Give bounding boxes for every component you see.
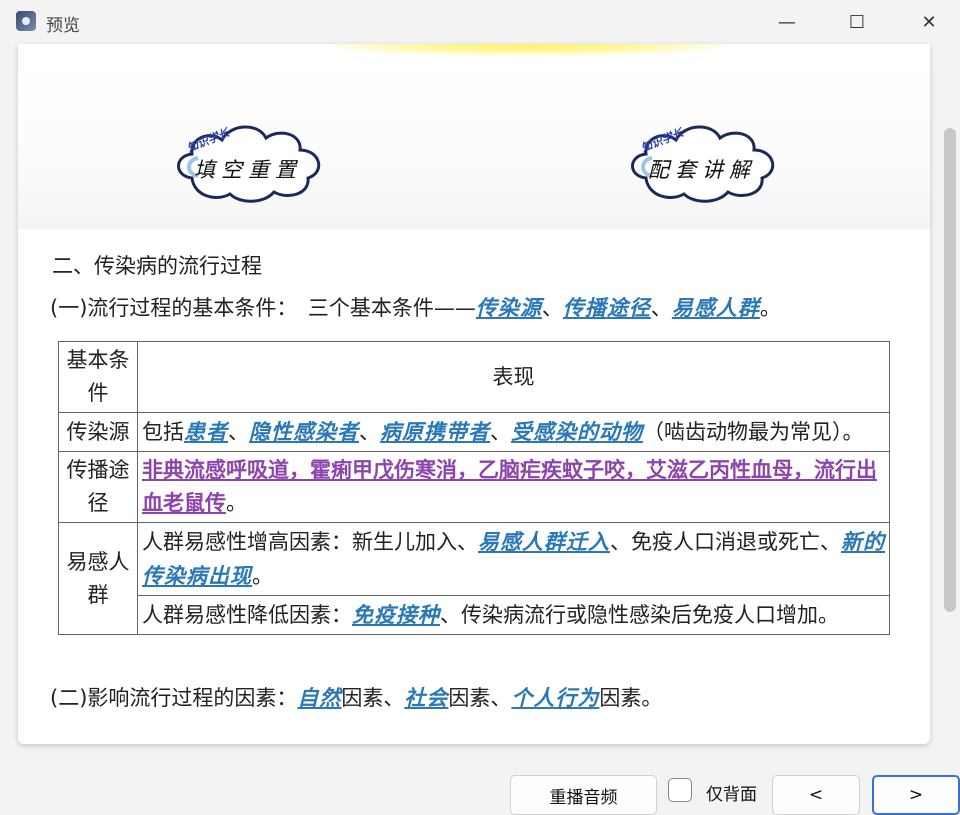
section-title: 二、传染病的流行过程 (52, 254, 262, 278)
cloud-text-left: 填空重置 (194, 158, 302, 182)
cell-text: 因素、 (448, 686, 512, 710)
window-title: 预览 (46, 16, 80, 36)
row-label-source: 传染源 (58, 412, 138, 452)
separator: 、 (650, 296, 672, 320)
row-label-route: 传播途径 (58, 451, 138, 523)
prev-button[interactable]: < (772, 775, 860, 815)
title-bar: 预览 — ☐ ✕ (0, 0, 960, 44)
separator: 、 (359, 420, 380, 444)
basic-conditions-prefix: (一)流行过程的基本条件： 三个基本条件—— (50, 296, 476, 320)
cell-text: 、传染病流行或隐性感染后免疫人口增加。 (440, 603, 839, 627)
separator: 、 (541, 296, 563, 320)
row-content-susceptible-decrease: 人群易感性降低因素：免疫接种、传染病流行或隐性感染后免疫人口增加。 (137, 595, 890, 635)
card-content: 知识学长 填空重置 知识学长 配套讲解 二、传染病的流行过程 (一)流行过程的基… (18, 44, 930, 744)
table-row: 传染源 包括患者、隐性感染者、病原携带者、受感染的动物（啮齿动物最为常见）。 (58, 412, 890, 452)
table-row: 基本条件 表现 (58, 341, 890, 413)
table-header-col1: 基本条件 (58, 341, 138, 413)
basic-conditions-line: (一)流行过程的基本条件： 三个基本条件——传染源、传播途径、易感人群。 (50, 292, 781, 322)
cell-text: 人群易感性增高因素：新生儿加入、 (142, 530, 478, 554)
separator: 、 (228, 420, 249, 444)
row-content-susceptible-increase: 人群易感性增高因素：新生儿加入、易感人群迁入、免疫人口消退或死亡、新的传染病出现… (137, 522, 890, 596)
cell-text: 因素。 (599, 686, 663, 710)
period: 。 (759, 296, 781, 320)
vertical-scrollbar[interactable] (944, 128, 956, 612)
top-glow (328, 44, 728, 56)
keyword: 患者 (184, 419, 228, 444)
influence-prefix: (二)影响流行过程的因素： (50, 686, 298, 710)
conditions-table: 基本条件 表现 传染源 包括患者、隐性感染者、病原携带者、受感染的动物（啮齿动物… (58, 341, 890, 635)
keyword: 易感人群迁入 (478, 529, 610, 554)
keyword: 受感染的动物 (511, 419, 643, 444)
period: 。 (252, 564, 273, 588)
close-button[interactable]: ✕ (906, 4, 952, 40)
back-only-label: 仅背面 (706, 785, 757, 805)
cell-text: 人群易感性降低因素： (142, 603, 352, 627)
table-header-col2: 表现 (137, 341, 890, 413)
table-row: 易感人群 人群易感性增高因素：新生儿加入、易感人群迁入、免疫人口消退或死亡、新的… (58, 522, 890, 635)
maximize-icon: ☐ (848, 11, 866, 33)
keyword-mnemonic: 非典流感呼吸道，霍痢甲戊伤寒消，乙脑疟疾蚊子咬，艾滋乙丙性血母，流行出血老鼠传 (142, 458, 877, 515)
period: 。 (226, 491, 247, 515)
close-icon: ✕ (921, 11, 937, 33)
keyword: 病原携带者 (380, 419, 490, 444)
cell-text: 包括 (142, 420, 184, 444)
minimize-icon: — (778, 11, 796, 33)
cell-text: （啮齿动物最为常见）。 (643, 420, 864, 444)
cloud-button-explain[interactable]: 知识学长 配套讲解 (624, 116, 784, 206)
minimize-button[interactable]: — (764, 4, 810, 40)
row-content-source: 包括患者、隐性感染者、病原携带者、受感染的动物（啮齿动物最为常见）。 (137, 412, 890, 452)
cell-text: 、免疫人口消退或死亡、 (610, 530, 841, 554)
separator: 、 (490, 420, 511, 444)
next-button[interactable]: > (872, 775, 960, 815)
table-row: 人群易感性降低因素：免疫接种、传染病流行或隐性感染后免疫人口增加。 (59, 595, 890, 635)
row-content-route: 非典流感呼吸道，霍痢甲戊伤寒消，乙脑疟疾蚊子咬，艾滋乙丙性血母，流行出血老鼠传。 (137, 451, 890, 523)
cloud-button-fill[interactable]: 知识学长 填空重置 (170, 116, 330, 206)
row-label-susceptible: 易感人群 (58, 522, 138, 635)
replay-audio-button[interactable]: 重播音频 (510, 775, 657, 815)
keyword-source: 传染源 (475, 295, 542, 320)
back-only-checkbox[interactable] (668, 778, 692, 802)
app-icon (16, 11, 36, 31)
keyword-susceptible: 易感人群 (671, 295, 760, 320)
table-row: 传播途径 非典流感呼吸道，霍痢甲戊伤寒消，乙脑疟疾蚊子咬，艾滋乙丙性血母，流行出… (58, 451, 890, 523)
maximize-button[interactable]: ☐ (834, 4, 880, 40)
keyword-behavior: 个人行为 (511, 685, 600, 710)
bottom-toolbar: 重播音频 仅背面 < > (0, 762, 960, 815)
cell-text: 因素、 (341, 686, 405, 710)
keyword-natural: 自然 (297, 685, 342, 710)
keyword-social: 社会 (404, 685, 449, 710)
keyword: 免疫接种 (352, 602, 440, 627)
keyword: 隐性感染者 (249, 419, 359, 444)
influence-factors-line: (二)影响流行过程的因素：自然因素、社会因素、个人行为因素。 (50, 682, 662, 712)
banner-background (18, 64, 930, 229)
keyword-route: 传播途径 (562, 295, 651, 320)
cloud-text-right: 配套讲解 (648, 158, 756, 182)
